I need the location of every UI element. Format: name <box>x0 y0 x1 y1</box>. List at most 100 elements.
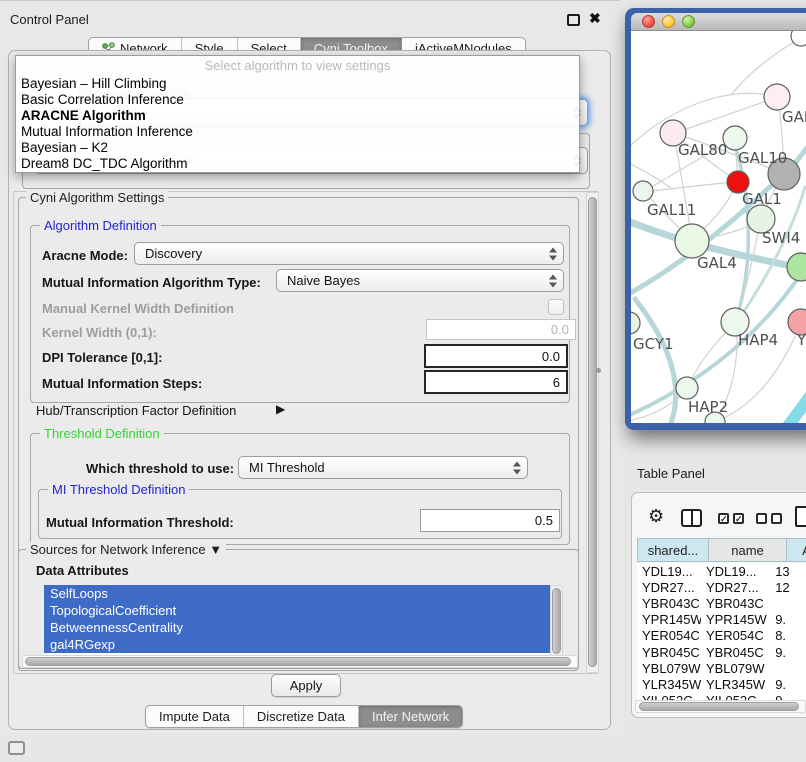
which-threshold-combobox[interactable]: MI Threshold <box>238 456 528 479</box>
network-node[interactable] <box>764 84 790 110</box>
attribute-item-selfloops[interactable]: SelfLoops <box>44 585 550 602</box>
attribute-item-gal4rgexp[interactable]: gal4RGexp <box>44 636 550 653</box>
node-label: GAL4 <box>697 254 737 272</box>
cyni-mode-tab-bar: Impute Data Discretize Data Infer Network <box>145 705 463 728</box>
mi-steps-field[interactable]: 6 <box>424 370 568 394</box>
node-label: GAL1 <box>742 190 782 208</box>
table-row[interactable]: YPR145WYPR145W9. <box>637 612 806 628</box>
table-row[interactable]: YDL19...YDL19...13 <box>637 563 806 579</box>
unchecked-box-icon <box>771 513 782 524</box>
new-table-icon[interactable] <box>795 506 806 527</box>
cyni-settings-title: Cyni Algorithm Settings <box>26 190 168 205</box>
table-row[interactable]: YBR043CYBR043C <box>637 595 806 611</box>
panel-divider-handle[interactable] <box>596 368 601 373</box>
settings-vertical-scrollbar-thumb[interactable] <box>588 197 597 667</box>
tab-impute-data[interactable]: Impute Data <box>146 706 244 727</box>
zoom-button[interactable] <box>682 15 695 28</box>
network-node[interactable] <box>675 224 709 258</box>
dpi-tolerance-field[interactable]: 0.0 <box>424 344 568 368</box>
minimize-button[interactable] <box>662 15 675 28</box>
cell-name: YBR043C <box>701 596 770 611</box>
dpi-tolerance-label: DPI Tolerance [0,1]: <box>42 350 162 365</box>
minimized-panel-icon[interactable] <box>8 741 25 755</box>
attributes-vertical-scrollbar-thumb[interactable] <box>552 588 561 654</box>
network-node[interactable] <box>791 31 806 46</box>
aracne-mode-combobox[interactable]: Discovery <box>134 242 564 265</box>
column-header-name[interactable]: name <box>709 538 787 562</box>
column-header-a[interactable]: A <box>787 538 806 562</box>
float-window-icon[interactable] <box>567 14 580 26</box>
mi-type-label: Mutual Information Algorithm Type: <box>42 275 261 290</box>
network-edge[interactable] <box>731 38 801 95</box>
network-edge[interactable] <box>777 379 806 423</box>
node-label: GAL10 <box>738 149 787 167</box>
table-row[interactable]: YDR27...YDR27...12 <box>637 579 806 595</box>
table-row[interactable]: YBL079WYBL079W <box>637 660 806 676</box>
network-edge[interactable] <box>734 143 748 323</box>
cell-shared-name: YBL079W <box>637 661 701 676</box>
close-button[interactable] <box>642 15 655 28</box>
attribute-item-betweennesscentrality[interactable]: BetweennessCentrality <box>44 619 550 636</box>
algorithm-option-basic-correlation-inference[interactable]: Basic Correlation Inference <box>16 92 579 108</box>
sources-horizontal-scrollbar-thumb[interactable] <box>25 657 571 666</box>
control-panel-title: Control Panel <box>10 12 89 27</box>
table-settings-gear-icon[interactable]: ⚙ <box>648 506 664 527</box>
settings-vertical-scrollbar[interactable] <box>586 192 599 673</box>
table-row[interactable]: YBR045CYBR045C9. <box>637 644 806 660</box>
aracne-mode-value: Discovery <box>145 246 202 261</box>
network-canvas[interactable]: GALGAL80GAL10GAL1GAL11SWI4GAL4GCY1HAP4YH… <box>631 31 806 423</box>
column-layout-icon[interactable] <box>681 509 702 527</box>
mi-threshold-label: Mutual Information Threshold: <box>46 515 234 530</box>
kernel-width-label: Kernel Width (0,1): <box>42 325 157 340</box>
tab-infer-network[interactable]: Infer Network <box>359 706 462 727</box>
node-label: GAL <box>782 108 806 126</box>
control-panel-window: Control Panel ✖ NetworkStyleSelectCyni T… <box>0 0 620 733</box>
column-header-shared-[interactable]: shared... <box>637 538 709 562</box>
attribute-item-topologicalcoefficient[interactable]: TopologicalCoefficient <box>44 602 550 619</box>
kernel-width-field[interactable]: 0.0 <box>426 319 576 340</box>
aracne-mode-label: Aracne Mode: <box>42 248 128 263</box>
cell-value: 13 <box>770 564 806 579</box>
table-horizontal-scrollbar-thumb[interactable] <box>639 702 799 711</box>
close-window-icon[interactable]: ✖ <box>589 10 601 27</box>
tab-label: Infer Network <box>372 709 449 724</box>
network-node[interactable] <box>787 253 806 281</box>
algorithm-option-mutual-information-inference[interactable]: Mutual Information Inference <box>16 124 579 140</box>
cell-name: YER054C <box>701 628 770 643</box>
node-label: HAP4 <box>738 331 778 349</box>
sources-horizontal-scrollbar[interactable] <box>22 655 578 668</box>
mi-threshold-field[interactable]: 0.5 <box>420 509 560 532</box>
algorithm-option-aracne-algorithm[interactable]: ARACNE Algorithm <box>16 108 579 124</box>
mi-type-combobox[interactable]: Naive Bayes <box>276 269 564 292</box>
collapse-arrow-icon[interactable]: ▼ <box>209 542 222 557</box>
which-threshold-value: MI Threshold <box>249 460 325 475</box>
table-horizontal-scrollbar[interactable] <box>635 700 806 713</box>
network-edge[interactable] <box>675 97 777 133</box>
attributes-vertical-scrollbar[interactable] <box>550 585 563 657</box>
select-all-columns-icon[interactable]: ✓✓ <box>718 513 744 524</box>
cell-shared-name: YER054C <box>637 628 701 643</box>
deselect-all-columns-icon[interactable] <box>756 513 782 524</box>
algorithm-option-dream8-dc-tdc-algorithm[interactable]: Dream8 DC_TDC Algorithm <box>16 156 579 172</box>
cell-shared-name: YPR145W <box>637 612 701 627</box>
cell-name: YDR27... <box>701 580 770 595</box>
expand-arrow-icon[interactable]: ▶ <box>276 402 285 416</box>
apply-button[interactable]: Apply <box>271 674 341 697</box>
network-node[interactable] <box>633 181 653 201</box>
node-label: GCY1 <box>633 335 674 353</box>
table-row[interactable]: YER054CYER054C8. <box>637 628 806 644</box>
algorithm-option-bayesian-hill-climbing[interactable]: Bayesian – Hill Climbing <box>16 76 579 92</box>
network-node[interactable] <box>676 377 698 399</box>
dpi-tolerance-value: 0.0 <box>542 349 560 364</box>
network-window-titlebar[interactable] <box>631 13 806 31</box>
mi-type-value: Naive Bayes <box>287 273 360 288</box>
table-row[interactable]: YLR345WYLR345W9. <box>637 676 806 692</box>
tab-label: Discretize Data <box>257 709 345 724</box>
algorithm-option-bayesian-k2[interactable]: Bayesian – K2 <box>16 140 579 156</box>
network-node[interactable] <box>631 312 640 334</box>
tab-discretize-data[interactable]: Discretize Data <box>244 706 359 727</box>
manual-kernel-checkbox[interactable] <box>548 299 564 315</box>
table-panel-title: Table Panel <box>637 466 705 481</box>
checked-box-icon: ✓ <box>733 513 744 524</box>
cell-value: 8. <box>770 628 806 643</box>
